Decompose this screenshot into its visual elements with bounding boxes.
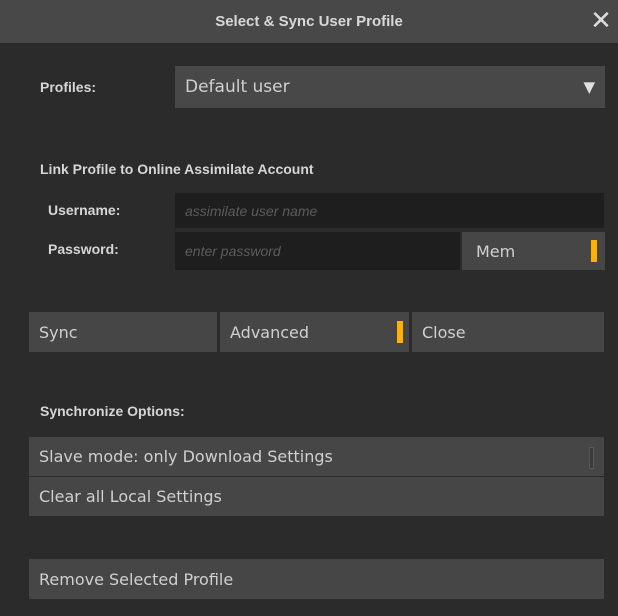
mem-label: Mem <box>476 241 516 261</box>
clear-local-settings-label: Clear all Local Settings <box>39 487 222 506</box>
password-label: Password: <box>48 241 119 257</box>
close-icon[interactable]: ✕ <box>588 8 614 34</box>
profiles-label: Profiles: <box>40 79 97 95</box>
profiles-selected-value: Default user <box>185 77 290 97</box>
advanced-label: Advanced <box>230 322 310 342</box>
slave-mode-toggle[interactable]: Slave mode: only Download Settings <box>29 437 604 476</box>
slave-mode-label: Slave mode: only Download Settings <box>39 447 333 466</box>
remove-profile-label: Remove Selected Profile <box>39 569 234 589</box>
sync-button[interactable]: Sync <box>29 312 217 352</box>
window-title: Select & Sync User Profile <box>215 13 403 30</box>
triangle-down-icon: ▼ <box>583 78 595 96</box>
clear-local-settings-button[interactable]: Clear all Local Settings <box>29 477 604 516</box>
sync-label: Sync <box>39 322 78 342</box>
close-button[interactable]: Close <box>412 312 604 352</box>
remove-profile-button[interactable]: Remove Selected Profile <box>29 559 604 599</box>
advanced-toggle-indicator <box>397 321 403 343</box>
sync-options-heading: Synchronize Options: <box>40 403 185 419</box>
link-section-heading: Link Profile to Online Assimilate Accoun… <box>40 161 314 177</box>
password-field[interactable] <box>175 232 460 270</box>
mem-toggle-indicator <box>591 240 597 262</box>
password-input[interactable] <box>185 243 460 259</box>
title-bar: Select & Sync User Profile ✕ <box>0 0 618 43</box>
mem-button[interactable]: Mem <box>462 232 605 270</box>
advanced-button[interactable]: Advanced <box>220 312 409 352</box>
profiles-dropdown[interactable]: Default user ▼ <box>175 66 605 108</box>
slave-mode-toggle-indicator <box>589 447 594 469</box>
username-input[interactable] <box>185 202 604 219</box>
username-field[interactable] <box>175 193 604 228</box>
username-label: Username: <box>48 202 121 218</box>
close-label: Close <box>422 322 466 342</box>
